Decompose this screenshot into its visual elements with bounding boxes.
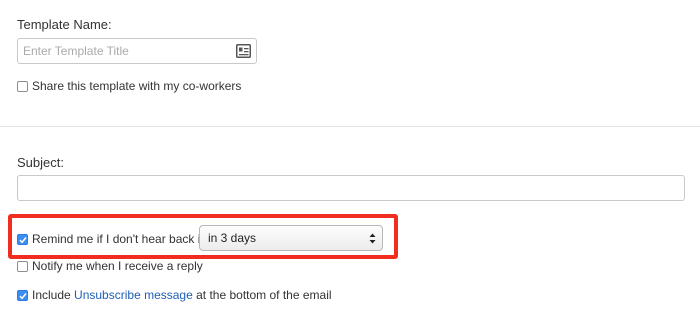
- template-name-label: Template Name:: [17, 17, 112, 32]
- unsubscribe-option[interactable]: Include Unsubscribe message at the botto…: [17, 288, 332, 302]
- subject-field[interactable]: [17, 175, 685, 201]
- remind-label: Remind me if I don't hear back in: [32, 232, 208, 246]
- template-title-field[interactable]: [17, 38, 257, 64]
- subject-label: Subject:: [17, 155, 64, 170]
- checkmark-icon: [19, 236, 27, 243]
- unsubscribe-message-link[interactable]: Unsubscribe message: [74, 288, 193, 302]
- notify-reply-checkbox[interactable]: [17, 260, 28, 272]
- unsubscribe-prefix: Include: [32, 288, 71, 302]
- subject-input[interactable]: [18, 176, 684, 200]
- share-template-label: Share this template with my co-workers: [32, 79, 242, 93]
- remind-checkbox[interactable]: [17, 233, 28, 245]
- remind-delay-select[interactable]: in 3 days: [199, 225, 383, 251]
- contact-card-icon[interactable]: [236, 44, 251, 58]
- section-divider: [0, 126, 700, 127]
- notify-reply-label: Notify me when I receive a reply: [32, 259, 203, 273]
- checkmark-icon: [19, 292, 27, 299]
- unsubscribe-checkbox[interactable]: [17, 289, 28, 301]
- remind-option[interactable]: Remind me if I don't hear back in: [17, 232, 207, 246]
- unsubscribe-suffix: at the bottom of the email: [196, 288, 332, 302]
- share-template-checkbox[interactable]: [17, 80, 28, 92]
- share-template-option[interactable]: Share this template with my co-workers: [17, 79, 241, 93]
- remind-delay-value: in 3 days: [208, 231, 257, 245]
- select-arrows-icon: [369, 233, 376, 244]
- notify-reply-option[interactable]: Notify me when I receive a reply: [17, 259, 203, 273]
- template-title-input[interactable]: [18, 39, 228, 63]
